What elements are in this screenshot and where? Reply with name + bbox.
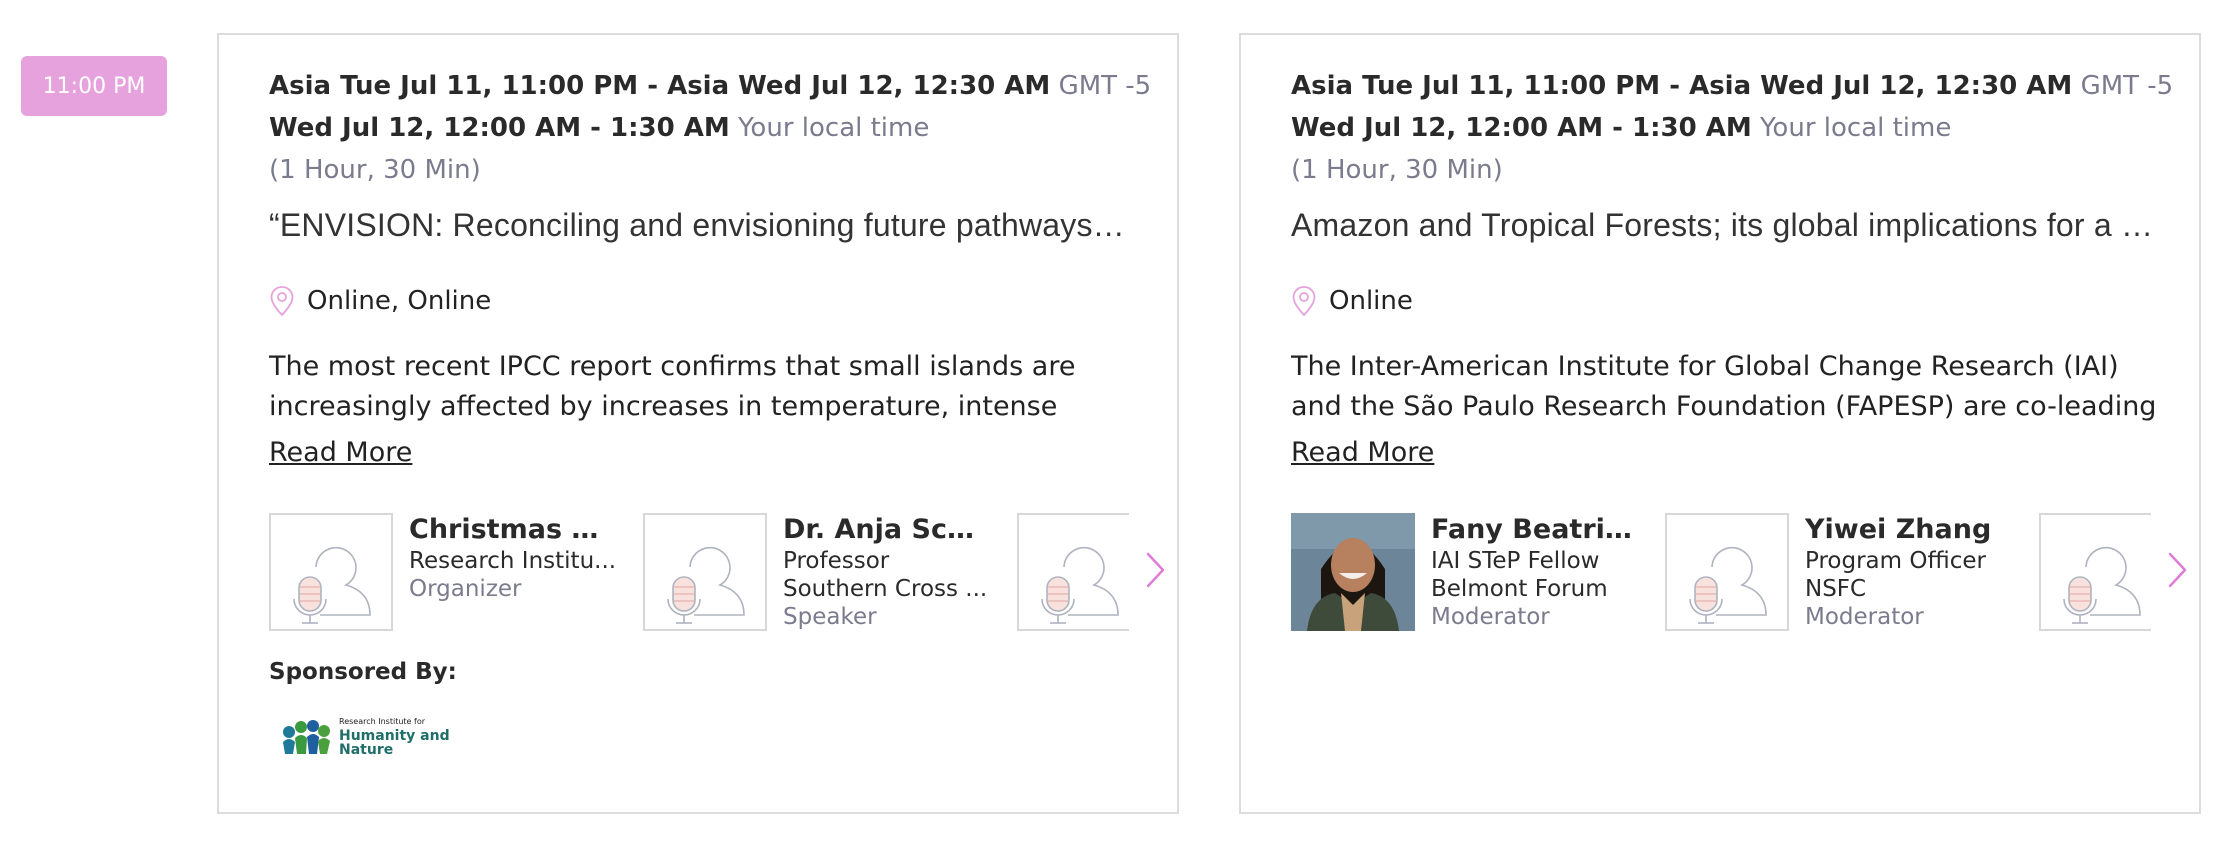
chevron-right-icon [1146,552,1165,588]
event-timezone: GMT -5 [2080,71,2174,101]
sponsor-name-line1: Humanity and [339,728,450,744]
avatar-placeholder-icon [269,513,393,631]
speaker-role: Moderator [1805,604,1924,630]
speaker-card[interactable] [2039,513,2151,635]
speaker-role: Moderator [1431,604,1550,630]
local-time-label: Your local time [1760,113,1952,143]
avatar-placeholder-icon [643,513,767,631]
event-duration: (1 Hour, 30 Min) [1291,155,1503,185]
speaker-affiliation: Southern Cross ... [783,576,988,602]
local-time-range: Wed Jul 12, 12:00 AM - 1:30 AM [1291,113,1752,143]
avatar-placeholder-icon [1017,513,1129,631]
event-location-text: Online [1329,286,1413,316]
local-time-line: Wed Jul 12, 12:00 AM - 1:30 AM Your loca… [269,113,929,143]
sponsor-name-line2: Nature [339,742,394,758]
event-description: The most recent IPCC report confirms tha… [269,351,1076,422]
sponsored-by-label: Sponsored By: [269,659,457,685]
event-time-line: Asia Tue Jul 11, 11:00 PM - Asia Wed Jul… [1291,71,2173,101]
speaker-role: Organizer [409,576,522,602]
event-location-text: Online, Online [307,286,492,316]
event-title[interactable]: Amazon and Tropical Forests; its global … [1291,207,2153,244]
event-title[interactable]: “ENVISION: Reconciling and envisioning f… [269,207,1131,244]
event-description: The Inter-American Institute for Global … [1291,351,2157,422]
speaker-list: Christmas Uc... Research Institu... Orga… [269,513,1129,635]
event-time-range: Asia Tue Jul 11, 11:00 PM - Asia Wed Jul… [269,71,1051,101]
local-time-range: Wed Jul 12, 12:00 AM - 1:30 AM [269,113,730,143]
speaker-title: Program Officer [1805,548,1986,574]
event-card[interactable]: Asia Tue Jul 11, 11:00 PM - Asia Wed Jul… [1239,33,2201,814]
speaker-card[interactable]: Yiwei Zhang Program Officer NSFC Moderat… [1665,513,2015,635]
event-location: Online [1291,285,1413,317]
speaker-title: Professor [783,548,890,574]
event-timezone: GMT -5 [1058,71,1152,101]
event-time-range: Asia Tue Jul 11, 11:00 PM - Asia Wed Jul… [1291,71,2073,101]
speaker-name: Yiwei Zhang [1805,514,1992,545]
humanity-nature-logo-icon [283,720,330,754]
speaker-card[interactable]: Dr. Anja Sche... Professor Southern Cros… [643,513,993,635]
avatar-placeholder-icon [1665,513,1789,631]
speaker-card[interactable]: Christmas Uc... Research Institu... Orga… [269,513,619,635]
sponsor-name-small: Research Institute for [339,717,426,726]
speaker-card[interactable]: Fany Beatriz ... IAI STeP Fellow Belmont… [1291,513,1641,635]
speaker-name: Dr. Anja Sche... [783,514,993,545]
chevron-right-icon [2168,552,2187,588]
speaker-affiliation: NSFC [1805,576,1867,602]
speaker-name: Fany Beatriz ... [1431,514,1641,545]
speaker-card[interactable] [1017,513,1129,635]
local-time-label: Your local time [738,113,930,143]
local-time-line: Wed Jul 12, 12:00 AM - 1:30 AM Your loca… [1291,113,1951,143]
speaker-affiliation: Research Institu... [409,548,617,574]
speaker-affiliation: Belmont Forum [1431,576,1608,602]
map-pin-icon [270,286,294,317]
speaker-photo [1291,513,1415,631]
speaker-role: Speaker [783,604,877,630]
read-more-link[interactable]: Read More [269,437,412,468]
avatar-placeholder-icon [2039,513,2151,631]
speaker-title: IAI STeP Fellow [1431,548,1600,574]
event-duration: (1 Hour, 30 Min) [269,155,481,185]
event-time-line: Asia Tue Jul 11, 11:00 PM - Asia Wed Jul… [269,71,1151,101]
event-location: Online, Online [269,285,491,317]
speakers-next-button[interactable] [1141,545,1171,595]
speaker-name: Christmas Uc... [409,514,619,545]
speaker-list: Fany Beatriz ... IAI STeP Fellow Belmont… [1291,513,2151,635]
event-card[interactable]: Asia Tue Jul 11, 11:00 PM - Asia Wed Jul… [217,33,1179,814]
sponsor-logo[interactable]: Research Institute for Humanity and Natu… [279,715,450,757]
map-pin-icon [1292,286,1316,317]
speakers-next-button[interactable] [2163,545,2193,595]
read-more-link[interactable]: Read More [1291,437,1434,468]
timeslot-badge: 11:00 PM [21,56,167,116]
